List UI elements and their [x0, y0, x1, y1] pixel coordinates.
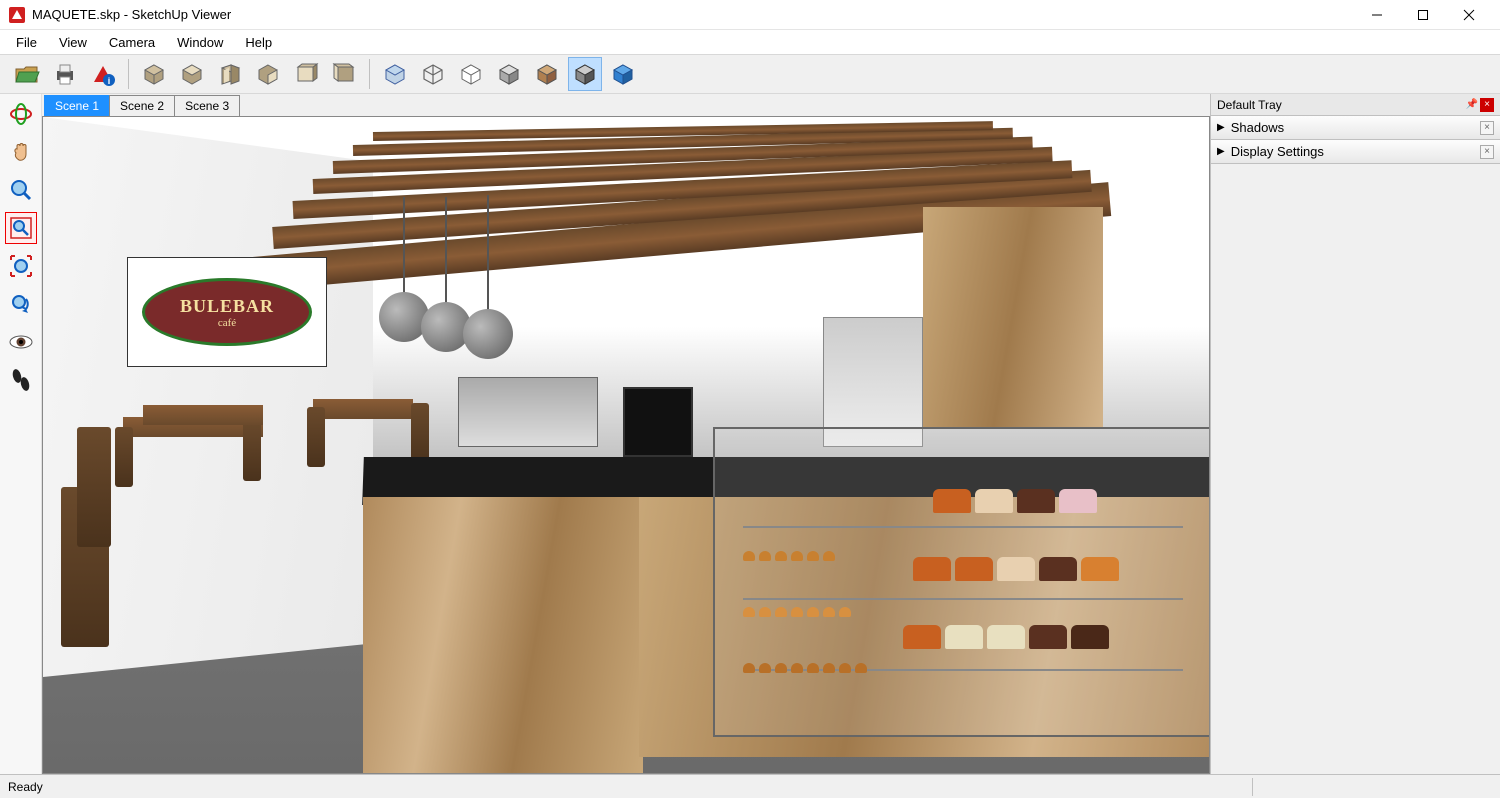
top-view-icon[interactable]	[175, 57, 209, 91]
main-area: Scene 1 Scene 2 Scene 3	[0, 94, 1500, 774]
zoom-extents-tool-icon[interactable]	[5, 250, 37, 282]
app-icon	[8, 6, 26, 24]
left-toolbar	[0, 94, 42, 774]
status-text: Ready	[8, 780, 43, 794]
close-button[interactable]	[1446, 0, 1492, 30]
shaded-textures-icon[interactable]	[530, 57, 564, 91]
minimize-button[interactable]	[1354, 0, 1400, 30]
panel-label: Display Settings	[1231, 144, 1324, 159]
scene-tabs: Scene 1 Scene 2 Scene 3	[42, 94, 1210, 116]
xray-icon[interactable]	[378, 57, 412, 91]
menu-file[interactable]: File	[6, 32, 47, 53]
caret-icon: ▶	[1217, 146, 1225, 157]
window-title: MAQUETE.skp - SketchUp Viewer	[32, 7, 1354, 22]
orbit-tool-icon[interactable]	[5, 98, 37, 130]
left-view-icon[interactable]	[289, 57, 323, 91]
right-view-icon[interactable]	[327, 57, 361, 91]
monochrome-icon[interactable]	[568, 57, 602, 91]
right-tray: Default Tray 📌 × ▶ Shadows × ▶ Display S…	[1210, 94, 1500, 774]
panel-close-icon[interactable]: ×	[1480, 145, 1494, 159]
viewport-3d[interactable]: BULEBAR café	[42, 116, 1210, 774]
menu-view[interactable]: View	[49, 32, 97, 53]
menu-window[interactable]: Window	[167, 32, 233, 53]
color-by-layer-icon[interactable]	[606, 57, 640, 91]
front-view-icon[interactable]	[213, 57, 247, 91]
tray-close-icon[interactable]: ×	[1480, 98, 1494, 112]
menu-help[interactable]: Help	[235, 32, 282, 53]
back-view-icon[interactable]	[251, 57, 285, 91]
tray-title: Default Tray	[1217, 98, 1282, 112]
scene-render: BULEBAR café	[43, 117, 1209, 773]
panel-label: Shadows	[1231, 120, 1284, 135]
main-toolbar: i	[0, 54, 1500, 94]
scene-tab-2[interactable]: Scene 2	[109, 95, 175, 116]
menubar: File View Camera Window Help	[0, 30, 1500, 54]
tray-panel-shadows[interactable]: ▶ Shadows ×	[1211, 116, 1500, 140]
menu-camera[interactable]: Camera	[99, 32, 165, 53]
titlebar: MAQUETE.skp - SketchUp Viewer	[0, 0, 1500, 30]
statusbar: Ready	[0, 774, 1500, 798]
zoom-window-tool-icon[interactable]	[5, 212, 37, 244]
caret-icon: ▶	[1217, 122, 1225, 133]
print-icon[interactable]	[48, 57, 82, 91]
status-right-pane	[1252, 778, 1492, 796]
walk-tool-icon[interactable]	[5, 364, 37, 396]
model-info-icon[interactable]: i	[86, 57, 120, 91]
logo-text-sub: café	[218, 317, 236, 329]
window-controls	[1354, 0, 1492, 30]
wireframe-icon[interactable]	[416, 57, 450, 91]
tray-panel-display-settings[interactable]: ▶ Display Settings ×	[1211, 140, 1500, 164]
pin-icon[interactable]: 📌	[1466, 99, 1478, 110]
wall-sign: BULEBAR café	[127, 257, 327, 367]
pan-tool-icon[interactable]	[5, 136, 37, 168]
scene-tab-1[interactable]: Scene 1	[44, 95, 110, 116]
panel-close-icon[interactable]: ×	[1480, 121, 1494, 135]
scene-tab-3[interactable]: Scene 3	[174, 95, 240, 116]
shaded-icon[interactable]	[492, 57, 526, 91]
tray-header[interactable]: Default Tray 📌 ×	[1211, 94, 1500, 116]
hidden-line-icon[interactable]	[454, 57, 488, 91]
iso-view-icon[interactable]	[137, 57, 171, 91]
open-file-icon[interactable]	[10, 57, 44, 91]
zoom-tool-icon[interactable]	[5, 174, 37, 206]
look-around-tool-icon[interactable]	[5, 326, 37, 358]
previous-view-tool-icon[interactable]	[5, 288, 37, 320]
viewport-wrap: Scene 1 Scene 2 Scene 3	[42, 94, 1210, 774]
svg-text:i: i	[108, 76, 111, 86]
maximize-button[interactable]	[1400, 0, 1446, 30]
logo-text-main: BULEBAR	[180, 296, 274, 317]
